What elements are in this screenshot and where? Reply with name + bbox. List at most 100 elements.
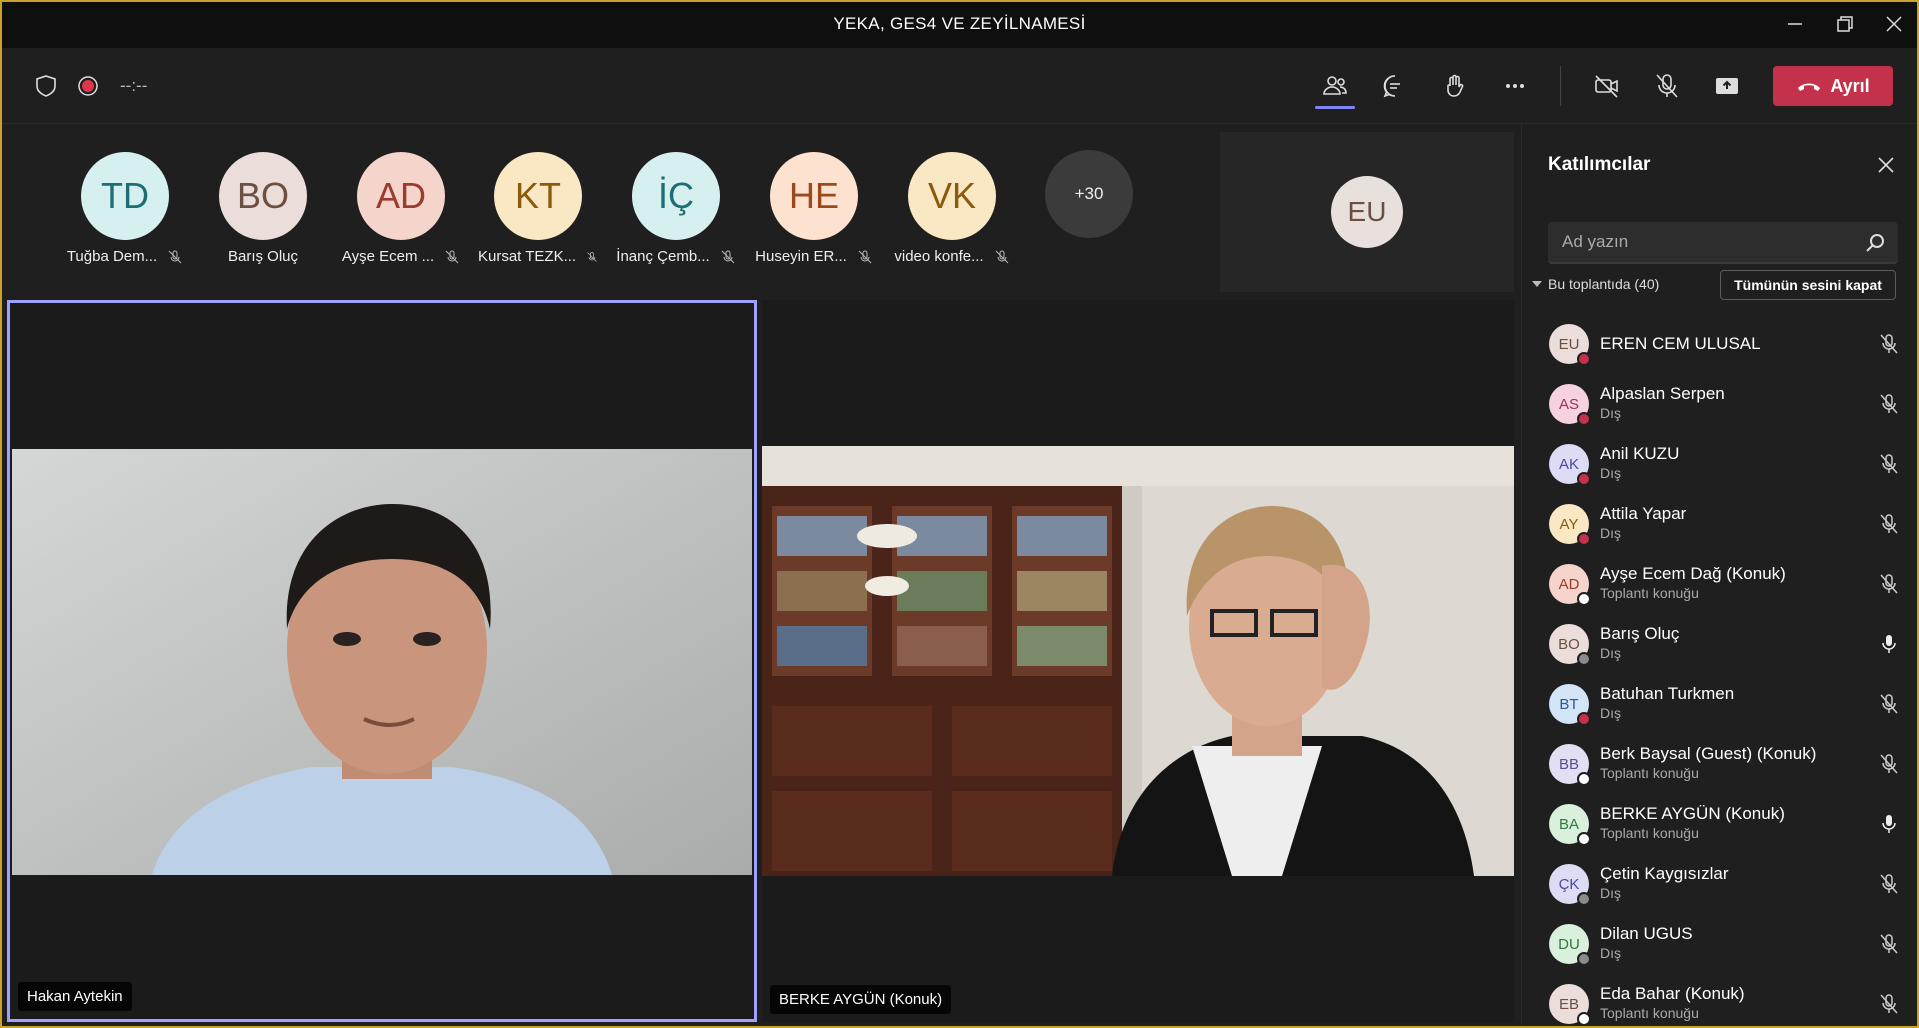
panel-title: Katılımcılar — [1548, 154, 1651, 175]
avatar-tile[interactable]: KT Kursat TEZK... — [478, 152, 598, 265]
section-header[interactable]: Bu toplantıda (40) — [1532, 276, 1659, 292]
participant-role: Dış — [1600, 705, 1621, 721]
participant-row[interactable]: AD Ayşe Ecem Dağ (Konuk) Toplantı konuğu — [1522, 554, 1919, 614]
mic-off-icon — [858, 250, 872, 263]
avatar: AK — [1549, 444, 1591, 486]
participant-row[interactable]: BB Berk Baysal (Guest) (Konuk) Toplantı ko… — [1522, 734, 1919, 794]
presence-status-icon — [1577, 772, 1591, 786]
participant-name-label: Hakan Aytekin — [18, 982, 132, 1011]
avatar: EU — [1549, 324, 1591, 366]
overflow-participants-button[interactable]: +30 — [1045, 150, 1133, 238]
video-frame-image — [12, 449, 752, 875]
mic-off-icon[interactable] — [1877, 752, 1901, 776]
participant-row[interactable]: DU Dilan UGUS Dış — [1522, 914, 1919, 974]
avatar: TD — [81, 152, 169, 240]
avatar: AY — [1549, 504, 1591, 546]
presence-status-icon — [1577, 952, 1591, 966]
participant-row[interactable]: AK Anil KUZU Dış — [1522, 434, 1919, 494]
avatar: BA — [1549, 804, 1591, 846]
avatar: BB — [1549, 744, 1591, 786]
participant-list: EU EREN CEM ULUSAL AS Alpaslan Serpen Dış AK A… — [1522, 314, 1919, 1028]
participant-name: EREN CEM ULUSAL — [1600, 334, 1761, 353]
mic-off-icon[interactable] — [1877, 332, 1901, 356]
video-tile-berke[interactable]: BERKE AYGÜN (Konuk) — [762, 300, 1514, 1022]
avatar-initials: AS — [1558, 395, 1579, 413]
participant-name: Barış Oluç — [1600, 624, 1680, 643]
participant-row[interactable]: EB Eda Bahar (Konuk) Toplantı konuğu — [1522, 974, 1919, 1028]
avatar: EU — [1331, 176, 1403, 248]
mic-off-icon[interactable] — [1877, 692, 1901, 716]
avatar: BO — [1549, 624, 1591, 666]
close-window-icon[interactable] — [1882, 12, 1906, 36]
restore-icon[interactable] — [1833, 12, 1857, 36]
meeting-timer: --:-- — [120, 76, 148, 95]
mic-off-icon — [721, 250, 735, 263]
leave-button[interactable]: Ayrıl — [1773, 66, 1893, 106]
people-icon[interactable] — [1321, 72, 1349, 100]
participant-row[interactable]: AS Alpaslan Serpen Dış — [1522, 374, 1919, 434]
participant-avatar-row: TD Tuğba Dem... BO Barış Oluç AD Ayşe Ec… — [0, 125, 1215, 295]
participant-row[interactable]: BT Batuhan Turkmen Dış — [1522, 674, 1919, 734]
avatar-name: Kursat TEZK... — [478, 248, 577, 265]
video-tile-hakan[interactable]: Hakan Aytekin — [7, 300, 757, 1022]
record-icon — [74, 72, 102, 100]
participant-role: Toplantı konuğu — [1600, 1005, 1699, 1021]
mic-off-icon[interactable] — [1877, 932, 1901, 956]
mic-off-icon[interactable] — [1877, 992, 1901, 1016]
search-icon[interactable] — [1864, 232, 1886, 254]
participant-row[interactable]: ÇK Çetin Kaygısızlar Dış — [1522, 854, 1919, 914]
avatar-tile[interactable]: HE Huseyin ER... — [754, 152, 874, 265]
participant-row[interactable]: BA BERKE AYGÜN (Konuk) Toplantı konuğu — [1522, 794, 1919, 854]
mic-icon[interactable] — [1877, 632, 1901, 656]
participant-name: Anil KUZU — [1600, 444, 1680, 463]
avatar: BT — [1549, 684, 1591, 726]
participant-name: BERKE AYGÜN (Konuk) — [1600, 804, 1785, 823]
avatar-name: Tuğba Dem... — [66, 248, 158, 265]
participant-name: Attila Yapar — [1600, 504, 1687, 523]
meeting-toolbar: --:-- Ayrıl — [0, 48, 1919, 124]
close-icon[interactable] — [1875, 154, 1897, 176]
mic-off-icon[interactable] — [1877, 512, 1901, 536]
participant-name: Dilan UGUS — [1600, 924, 1693, 943]
avatar-name: video konfe... — [894, 248, 984, 265]
phone-hangup-icon — [1798, 83, 1821, 91]
mic-off-icon[interactable] — [1877, 452, 1901, 476]
avatar-tile[interactable]: VK video konfe... — [892, 152, 1012, 265]
avatar: AS — [1549, 384, 1591, 426]
avatar: DU — [1549, 924, 1591, 966]
participant-row[interactable]: BO Barış Oluç Dış — [1522, 614, 1919, 674]
participant-row[interactable]: EU EREN CEM ULUSAL — [1522, 314, 1919, 374]
avatar-tile[interactable]: AD Ayşe Ecem ... — [341, 152, 461, 265]
leave-label: Ayrıl — [1830, 75, 1870, 96]
search-input[interactable] — [1548, 222, 1858, 262]
raise-hand-icon[interactable] — [1441, 72, 1469, 100]
mic-off-icon[interactable] — [1653, 72, 1681, 100]
avatar: KT — [494, 152, 582, 240]
participant-role: Dış — [1600, 465, 1621, 481]
mic-off-icon[interactable] — [1877, 872, 1901, 896]
video-feed — [12, 449, 752, 875]
participant-row[interactable]: AY Attila Yapar Dış — [1522, 494, 1919, 554]
mic-icon[interactable] — [1877, 812, 1901, 836]
chat-icon[interactable] — [1381, 72, 1409, 100]
avatar-tile[interactable]: İÇ İnanç Çemb... — [616, 152, 736, 265]
share-icon[interactable] — [1713, 72, 1741, 100]
mute-all-button[interactable]: Tümünün sesini kapat — [1720, 270, 1896, 300]
search-box — [1548, 222, 1898, 264]
camera-off-icon[interactable] — [1593, 72, 1621, 100]
chevron-down-icon — [1532, 281, 1542, 287]
mic-off-icon[interactable] — [1877, 392, 1901, 416]
avatar-initials: AK — [1558, 455, 1579, 473]
mic-off-icon[interactable] — [1877, 572, 1901, 596]
avatar: EB — [1549, 984, 1591, 1026]
more-icon[interactable] — [1501, 72, 1529, 100]
shield-icon[interactable] — [32, 72, 60, 100]
title-bar: YEKA, GES4 VE ZEYİLNAMESİ — [0, 0, 1919, 48]
presence-status-icon — [1577, 472, 1591, 486]
participant-name: Batuhan Turkmen — [1600, 684, 1735, 703]
participant-role: Dış — [1600, 525, 1621, 541]
avatar-tile[interactable]: TD Tuğba Dem... — [65, 152, 185, 265]
avatar: HE — [770, 152, 858, 240]
minimize-icon[interactable] — [1783, 12, 1807, 36]
avatar-tile[interactable]: BO Barış Oluç — [203, 152, 323, 265]
